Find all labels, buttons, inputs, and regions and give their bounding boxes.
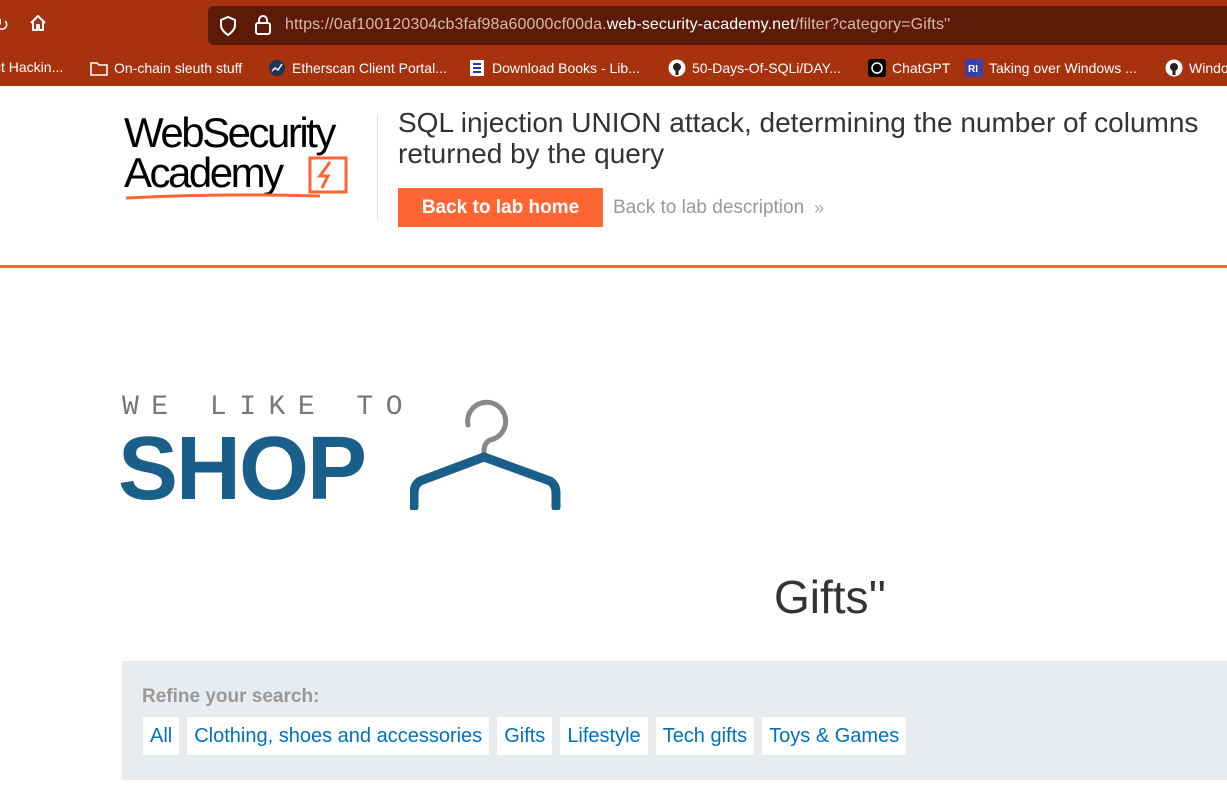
bookmark-label: Etherscan Client Portal... xyxy=(292,60,447,76)
refine-search-label: Refine your search: xyxy=(142,686,320,707)
filter-gifts[interactable]: Gifts xyxy=(496,716,554,756)
url-text[interactable]: https://0af100120304cb3faf98a60000cf00da… xyxy=(285,16,950,34)
bookmark-item[interactable]: 50-Days-Of-SQLi/DAY... xyxy=(668,59,841,77)
url-path: /filter?category=Gifts'' xyxy=(794,16,951,33)
bookmark-item[interactable]: ct Hackin... xyxy=(0,59,63,75)
filter-panel: Refine your search: All Clothing, shoes … xyxy=(122,661,1227,780)
filter-tech-gifts[interactable]: Tech gifts xyxy=(654,716,756,756)
bookmark-item[interactable]: RI Taking over Windows ... xyxy=(965,59,1137,77)
shop-name: SHOP xyxy=(118,419,367,519)
logo-underline xyxy=(125,193,321,200)
url-domain: web-security-academy.net xyxy=(606,16,795,33)
lab-title-line-2: returned by the query xyxy=(398,138,665,169)
etherscan-icon xyxy=(268,59,286,77)
shop-logo[interactable]: WE LIKE TO SHOP xyxy=(118,391,562,519)
lab-title-line-1: SQL injection UNION attack, determining … xyxy=(398,107,1199,138)
svg-text:RI: RI xyxy=(968,64,978,75)
bookmark-label: ct Hackin... xyxy=(0,59,64,75)
bookmark-label: 50-Days-Of-SQLi/DAY... xyxy=(692,60,841,76)
bookmark-folder[interactable]: On-chain sleuth stuff xyxy=(90,59,242,77)
page-heading: Gifts'' xyxy=(774,571,887,623)
academy-bolt-icon xyxy=(308,156,348,194)
bookmark-label: Windo xyxy=(1189,60,1227,76)
reload-icon[interactable]: ↻ xyxy=(0,14,9,36)
category-filters: All Clothing, shoes and accessories Gift… xyxy=(142,716,908,756)
bookmark-label: ChatGPT xyxy=(892,60,951,76)
chatgpt-icon xyxy=(868,59,886,77)
page-content: WebSecurity Academy SQL injection UNION … xyxy=(0,86,1227,806)
hanger-icon xyxy=(410,399,561,510)
filter-clothing[interactable]: Clothing, shoes and accessories xyxy=(186,716,491,756)
lock-icon[interactable] xyxy=(254,14,272,41)
back-to-lab-description-label: Back to lab description xyxy=(613,197,805,218)
home-icon[interactable] xyxy=(28,13,48,38)
github-icon xyxy=(668,59,686,77)
bookmark-item[interactable]: Windo xyxy=(1165,59,1227,77)
book-icon xyxy=(468,59,486,77)
browser-toolbar: ↻ https://0af100120304cb3faf98a60000cf00… xyxy=(0,0,1227,50)
address-bar[interactable]: https://0af100120304cb3faf98a60000cf00da… xyxy=(208,6,1227,45)
logo-line-2: Academy xyxy=(124,149,284,196)
filter-lifestyle[interactable]: Lifestyle xyxy=(559,716,649,756)
github-icon xyxy=(1165,59,1183,77)
site-icon: RI xyxy=(965,59,983,77)
bookmark-label: Download Books - Lib... xyxy=(492,60,640,76)
bookmark-item[interactable]: Etherscan Client Portal... xyxy=(268,59,447,77)
back-to-lab-description-link[interactable]: Back to lab description » xyxy=(613,197,824,219)
shield-icon[interactable] xyxy=(218,15,238,42)
bookmark-item[interactable]: ChatGPT xyxy=(868,59,950,77)
double-chevron-right-icon: » xyxy=(814,197,825,218)
bookmark-label: Taking over Windows ... xyxy=(989,60,1137,76)
lab-title: SQL injection UNION attack, determining … xyxy=(398,107,1227,169)
bookmark-label: On-chain sleuth stuff xyxy=(114,60,243,76)
logo-line-1: WebSecurity xyxy=(124,109,336,156)
filter-all[interactable]: All xyxy=(142,716,181,756)
back-to-lab-home-button[interactable]: Back to lab home xyxy=(398,188,603,227)
url-prefix: https://0af100120304cb3faf98a60000cf00da… xyxy=(285,16,607,33)
header-divider xyxy=(377,114,378,220)
folder-icon xyxy=(90,59,108,77)
academy-header: WebSecurity Academy SQL injection UNION … xyxy=(0,86,1227,268)
bookmarks-bar: ct Hackin... On-chain sleuth stuff Ether… xyxy=(0,50,1227,86)
bookmark-item[interactable]: Download Books - Lib... xyxy=(468,59,640,77)
filter-toys-games[interactable]: Toys & Games xyxy=(761,716,908,756)
web-security-academy-logo[interactable]: WebSecurity Academy xyxy=(124,112,374,204)
